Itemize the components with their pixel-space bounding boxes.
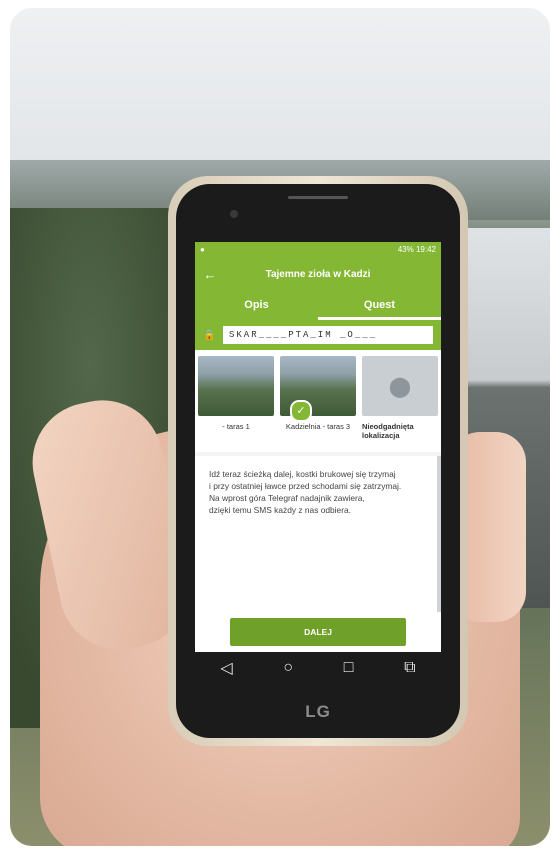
location-photo — [198, 356, 274, 416]
map-pin-icon: ⬤ — [362, 356, 438, 416]
quest-code-field: SKAR____PTA_IM _O___ — [223, 326, 433, 344]
tab-bar: Opis Quest — [195, 292, 441, 320]
tab-opis[interactable]: Opis — [195, 292, 318, 320]
page-title: Tajemne zioła w Kadzi — [265, 268, 371, 280]
battery-text: 43% — [397, 244, 414, 254]
android-nav-bar: ◁ ○ □ ⧉ — [195, 652, 441, 684]
checkmark-icon: ✓ — [290, 400, 312, 422]
location-label: Kadzielnia - taras 3 — [285, 422, 351, 431]
status-bar: ● 43% 19:42 — [195, 242, 441, 256]
back-triangle-icon[interactable]: ◁ — [220, 658, 232, 678]
tab-quest[interactable]: Quest — [318, 292, 441, 320]
phone: ● 43% 19:42 ← Tajemne zioła w Kadzi Opis… — [168, 176, 468, 746]
dual-window-icon[interactable]: ⧉ — [404, 659, 415, 677]
photo-background: ● 43% 19:42 ← Tajemne zioła w Kadzi Opis… — [10, 8, 550, 846]
location-card[interactable]: - taras 1 — [198, 356, 274, 452]
riddle-line: dzięki temu SMS każdy z nas odbiera. — [209, 505, 351, 515]
arrow-left-icon[interactable]: ← — [195, 267, 225, 282]
status-right: 43% 19:42 — [398, 245, 436, 254]
lg-logo: LG — [305, 702, 331, 721]
quest-riddle: Idź teraz ścieżką dalej, kostki brukowej… — [195, 456, 441, 612]
app-bar: ← Tajemne zioła w Kadzi — [195, 256, 441, 292]
time-text: 19:42 — [415, 244, 436, 254]
app-icon: ● — [200, 244, 205, 254]
riddle-line: Na wprost góra Telegraf nadajnik zawiera… — [209, 493, 365, 503]
location-label: - taras 1 — [222, 422, 250, 431]
phone-screen: ● 43% 19:42 ← Tajemne zioła w Kadzi Opis… — [195, 242, 441, 652]
riddle-line: Idź teraz ścieżką dalej, kostki brukowej… — [209, 469, 396, 479]
phone-front: ● 43% 19:42 ← Tajemne zioła w Kadzi Opis… — [176, 184, 460, 738]
front-camera — [230, 210, 238, 218]
location-photo: ✓ — [280, 356, 356, 422]
next-button[interactable]: DALEJ — [230, 618, 406, 646]
riddle-line: i przy ostatniej ławce przed schodami si… — [209, 481, 402, 491]
home-circle-icon[interactable]: ○ — [283, 659, 293, 677]
location-card[interactable]: ✓ Kadzielnia - taras 3 — [280, 356, 356, 452]
location-cards: - taras 1 ✓ Kadzielnia - taras 3 ⬤ Nieod… — [195, 350, 441, 452]
recents-square-icon[interactable]: □ — [344, 659, 354, 677]
button-wrapper: DALEJ — [195, 612, 441, 652]
lock-icon: 🔒 — [203, 329, 216, 341]
earpiece-speaker — [288, 196, 348, 199]
location-label: Nieodgadnięta lokalizacja — [362, 422, 414, 440]
code-bar: 🔒 SKAR____PTA_IM _O___ — [195, 320, 441, 350]
location-card-unknown[interactable]: ⬤ Nieodgadnięta lokalizacja — [362, 356, 438, 452]
